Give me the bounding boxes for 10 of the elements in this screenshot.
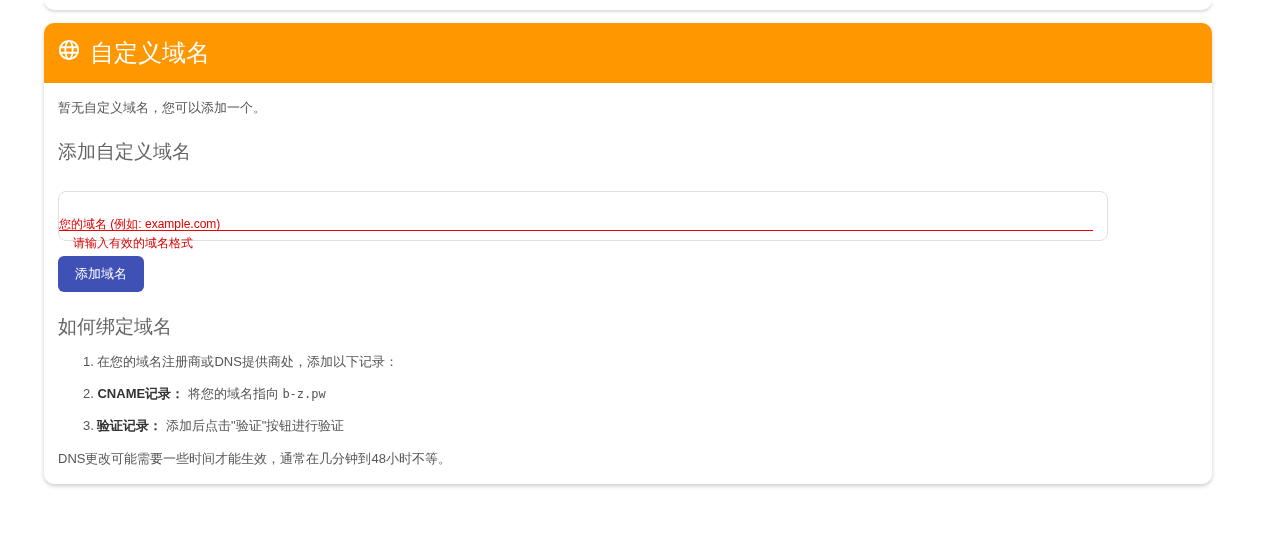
list-item: 2. CNAME记录： 将您的域名指向 b-z.pw [83, 386, 327, 402]
empty-message: 暂无自定义域名，您可以添加一个。 [58, 99, 267, 117]
list-item: 1. 在您的域名注册商或DNS提供商处，添加以下记录： [83, 354, 399, 370]
globe-icon [58, 39, 80, 61]
section-heading: 添加自定义域名 [58, 140, 192, 164]
note-text: DNS更改可能需要一些时间才能生效，通常在几分钟到48小时不等。 [58, 450, 452, 468]
list-item: 3. 验证记录： 添加后点击"验证"按钮进行验证 [83, 418, 346, 434]
add-button[interactable]: 添加域名 [58, 256, 144, 292]
section-heading: 如何绑定域名 [58, 315, 173, 339]
card-title: 自定义域名 [90, 38, 210, 68]
